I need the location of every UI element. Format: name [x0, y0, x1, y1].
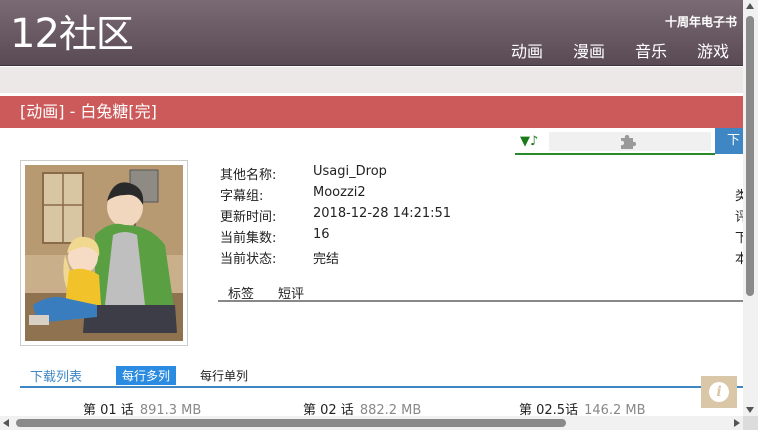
download-button[interactable]: 下	[715, 128, 743, 154]
vertical-scrollbar[interactable]	[743, 0, 758, 416]
floating-info-button[interactable]: i	[701, 376, 737, 408]
info-label: 其他名称:	[220, 168, 277, 183]
browser-viewport: 12社区 十周年电子书 动画 漫画 音乐 游戏 [动画] - 白兔糖[完] ▼♪…	[0, 0, 758, 430]
cover-illustration	[25, 165, 183, 341]
info-label: 当前状态:	[220, 252, 277, 267]
anniversary-ebook-link[interactable]: 十周年电子书	[665, 13, 737, 30]
episode-link[interactable]: 第 02.5话 146.2 MB	[519, 399, 646, 416]
plugin-placeholder[interactable]	[549, 132, 711, 151]
sub-header-bar	[0, 67, 743, 93]
vertical-scroll-thumb[interactable]	[746, 16, 754, 296]
info-right-label: 下	[735, 231, 743, 246]
info-right-label: 本	[735, 252, 743, 267]
scrollbar-corner	[743, 416, 758, 430]
scroll-up-arrow-icon[interactable]	[746, 3, 754, 9]
download-list-title: 下载列表	[30, 370, 83, 385]
episode-name: 第 02.5话	[519, 403, 579, 416]
logo-text: 社区	[58, 12, 134, 56]
info-right-label: 类	[735, 189, 743, 204]
tab-multi-column[interactable]: 每行多列	[116, 366, 177, 385]
page-title: [动画] - 白兔糖[完]	[0, 96, 743, 128]
episode-size: 882.2 MB	[359, 403, 422, 416]
info-value[interactable]: Moozzi2	[313, 185, 366, 200]
info-icon: i	[709, 382, 729, 402]
episode-list: 第 01 话 891.3 MB 第 02 话 882.2 MB 第 02.5话 146…	[0, 399, 743, 416]
tab-tags[interactable]: 标签	[228, 283, 254, 302]
nav-manga[interactable]: 漫画	[573, 38, 605, 62]
episode-size: 146.2 MB	[584, 403, 646, 416]
episode-link[interactable]: 第 02 话 882.2 MB	[303, 399, 421, 416]
episode-name: 第 01 话	[83, 403, 134, 416]
info-value: Usagi_Drop	[313, 164, 387, 179]
info-label: 字幕组:	[220, 189, 264, 204]
site-logo[interactable]: 12社区	[10, 11, 134, 57]
info-value: 2018-12-28 14:21:51	[313, 206, 452, 221]
horizontal-scrollbar[interactable]	[0, 416, 743, 430]
main-nav: 动画 漫画 音乐 游戏	[511, 38, 729, 62]
horizontal-scroll-thumb[interactable]	[16, 419, 566, 427]
media-player-strip: ▼♪	[515, 130, 715, 155]
info-label: 当前集数:	[220, 231, 277, 246]
logo-number: 12	[10, 11, 60, 57]
info-right-label: 评	[735, 210, 743, 225]
episode-size: 891.3 MB	[139, 403, 202, 416]
info-value: 16	[313, 227, 330, 242]
music-note-icon[interactable]: ▼♪	[520, 134, 538, 149]
info-value: 完结	[313, 252, 340, 267]
page: 12社区 十周年电子书 动画 漫画 音乐 游戏 [动画] - 白兔糖[完] ▼♪…	[0, 0, 743, 416]
nav-anime[interactable]: 动画	[511, 38, 543, 62]
tab-single-column[interactable]: 每行单列	[200, 367, 248, 384]
episode-link[interactable]: 第 01 话 891.3 MB	[83, 399, 201, 416]
nav-music[interactable]: 音乐	[635, 38, 667, 62]
download-list-tabs: 下载列表 每行多列 每行单列	[20, 364, 743, 388]
info-label: 更新时间:	[220, 210, 277, 225]
site-header: 12社区 十周年电子书 动画 漫画 音乐 游戏	[0, 0, 743, 66]
scroll-down-arrow-icon[interactable]	[746, 407, 754, 413]
puzzle-piece-icon	[621, 134, 637, 149]
scroll-left-arrow-icon[interactable]	[3, 419, 9, 427]
episode-name: 第 02 话	[303, 403, 354, 416]
detail-tabs: 标签 短评	[218, 282, 743, 302]
cover-image	[20, 160, 188, 346]
scroll-right-arrow-icon[interactable]	[734, 419, 740, 427]
tab-short-review[interactable]: 短评	[278, 283, 304, 302]
nav-games[interactable]: 游戏	[697, 38, 729, 62]
